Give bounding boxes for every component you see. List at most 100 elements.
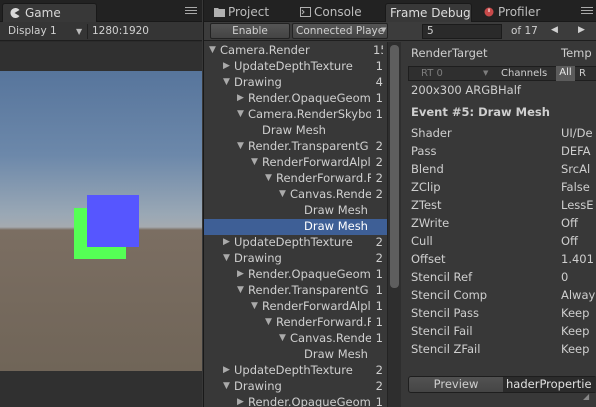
tree-row[interactable]: ▼ Drawing 2 bbox=[204, 379, 387, 395]
event-tree[interactable]: ▼Camera.Render15▶UpdateDepthTexture1▼Dra… bbox=[204, 42, 387, 407]
tab-profiler[interactable]: Profiler bbox=[480, 3, 560, 22]
property-value: SrcAl bbox=[561, 162, 591, 176]
expand-right-icon[interactable]: ▶ bbox=[223, 59, 233, 74]
display-dropdown[interactable]: Display 1 bbox=[8, 25, 57, 37]
tree-row[interactable]: ▼ Canvas.Rende 1 bbox=[204, 331, 387, 347]
tree-row[interactable]: ▼ Drawing 2 bbox=[204, 251, 387, 267]
expand-down-icon[interactable]: ▼ bbox=[209, 43, 219, 58]
resolution-dropdown[interactable]: 1280:1920 bbox=[92, 25, 149, 37]
property-value: Alway bbox=[561, 288, 596, 302]
tree-row-label: Drawing bbox=[234, 379, 282, 393]
pacman-icon bbox=[10, 8, 20, 18]
tab-game[interactable]: Game bbox=[2, 3, 97, 22]
tab-shader-properties[interactable]: haderPropertie bbox=[503, 377, 596, 392]
tree-row[interactable]: ▶ Render.OpaqueGeom 1 bbox=[204, 91, 387, 107]
tree-row[interactable]: ▼ Drawing 4 bbox=[204, 75, 387, 91]
expand-down-icon[interactable]: ▼ bbox=[223, 379, 233, 394]
expand-down-icon[interactable]: ▼ bbox=[265, 171, 275, 186]
property-value: Keep bbox=[561, 306, 590, 320]
next-event-button[interactable]: ▶ bbox=[578, 25, 585, 35]
profiler-icon bbox=[484, 7, 494, 17]
tab-project-label: Project bbox=[228, 5, 270, 19]
tree-row-label: RenderForwardAlpl bbox=[262, 155, 371, 169]
channel-r-button[interactable]: R bbox=[579, 68, 586, 79]
tree-row-count: 15 bbox=[373, 43, 383, 57]
expand-right-icon[interactable]: ▶ bbox=[237, 267, 247, 282]
tree-row[interactable]: ▼ Render.TransparentG 1 bbox=[204, 283, 387, 299]
tab-preview[interactable]: Preview bbox=[409, 377, 503, 392]
event-index-field[interactable]: 5 bbox=[422, 24, 502, 39]
property-label: Stencil Pass bbox=[411, 306, 479, 320]
tab-console[interactable]: Console bbox=[296, 3, 374, 22]
expand-down-icon[interactable]: ▼ bbox=[251, 299, 261, 314]
tree-row-label: Canvas.Rende bbox=[290, 187, 371, 201]
property-label: ZWrite bbox=[411, 216, 450, 230]
property-label: Stencil Ref bbox=[411, 270, 473, 284]
tree-row[interactable]: ▶ UpdateDepthTexture 2 bbox=[204, 363, 387, 379]
target-dropdown[interactable]: Connected Playe bbox=[292, 23, 388, 39]
expand-down-icon[interactable]: ▼ bbox=[237, 139, 247, 154]
property-label: Shader bbox=[411, 126, 452, 140]
toolbar-divider bbox=[87, 24, 88, 39]
expand-down-icon[interactable]: ▼ bbox=[279, 187, 289, 202]
tree-row[interactable]: ▼ Render.TransparentG 2 bbox=[204, 139, 387, 155]
tree-row[interactable]: ▶ UpdateDepthTexture 1 bbox=[204, 59, 387, 75]
tree-row[interactable]: ▼ RenderForward.F 1 bbox=[204, 315, 387, 331]
tab-frame-debug-label: Frame Debug bbox=[390, 6, 471, 20]
expand-down-icon[interactable]: ▼ bbox=[237, 283, 247, 298]
tree-row[interactable]: ▼ RenderForward.F 2 bbox=[204, 171, 387, 187]
tree-row[interactable]: ▼Camera.Render 15 bbox=[204, 43, 387, 59]
tree-row[interactable]: ▼ Camera.RenderSkybo 1 bbox=[204, 107, 387, 123]
tree-row-count: 1 bbox=[375, 395, 383, 407]
expand-right-icon[interactable]: ▶ bbox=[237, 395, 247, 407]
expand-down-icon[interactable]: ▼ bbox=[237, 107, 247, 122]
tree-row[interactable]: ▼ RenderForwardAlpl 1 bbox=[204, 299, 387, 315]
tree-row[interactable]: ▶ Render.OpaqueGeom 1 bbox=[204, 395, 387, 407]
panel-menu-icon[interactable] bbox=[185, 7, 197, 16]
tree-row[interactable]: ▶ UpdateDepthTexture 2 bbox=[204, 235, 387, 251]
tree-row[interactable]: Draw Mesh bbox=[204, 123, 387, 139]
property-label: Pass bbox=[411, 144, 437, 158]
prev-event-button[interactable]: ◀ bbox=[551, 25, 558, 35]
render-target-value: Temp bbox=[561, 46, 592, 60]
tree-row-count: 2 bbox=[375, 379, 383, 393]
tab-project[interactable]: Project bbox=[210, 3, 278, 22]
rt-select-dropdown[interactable]: RT 0 bbox=[421, 68, 443, 79]
expand-right-icon[interactable]: ▶ bbox=[223, 235, 233, 250]
expand-down-icon[interactable]: ▼ bbox=[223, 75, 233, 90]
tree-scrollbar[interactable] bbox=[387, 42, 401, 407]
tree-row-count: 1 bbox=[375, 331, 383, 345]
channel-all-button[interactable]: All bbox=[556, 66, 575, 81]
tree-row-count: 4 bbox=[375, 75, 383, 89]
expand-down-icon[interactable]: ▼ bbox=[279, 331, 289, 346]
tree-row-label: Camera.RenderSkybo bbox=[248, 107, 371, 121]
frame-debugger-panel: Project Console Frame Debug Profiler Ena… bbox=[203, 0, 596, 407]
tree-row[interactable]: Draw Mesh bbox=[204, 203, 387, 219]
expand-down-icon[interactable]: ▼ bbox=[251, 155, 261, 170]
tree-row-label: Draw Mesh bbox=[304, 219, 368, 233]
tree-row-label: RenderForward.F bbox=[276, 171, 371, 185]
tree-row-label: Draw Mesh bbox=[262, 123, 326, 137]
tree-row[interactable]: ▼ RenderForwardAlpl 2 bbox=[204, 155, 387, 171]
tree-row[interactable]: ▼ Canvas.Rende 2 bbox=[204, 187, 387, 203]
resize-handle-icon[interactable]: ◢ bbox=[583, 392, 589, 401]
tree-row[interactable]: Draw Mesh bbox=[204, 347, 387, 363]
tree-row-count: 2 bbox=[375, 363, 383, 377]
chevron-down-icon: ▼ bbox=[483, 69, 489, 77]
tree-row-label: Render.TransparentG bbox=[248, 139, 369, 153]
tree-row-label: RenderForwardAlpl bbox=[262, 299, 371, 313]
panel-menu-icon[interactable] bbox=[581, 7, 593, 16]
property-label: ZClip bbox=[411, 180, 441, 194]
tree-row[interactable]: Draw Mesh bbox=[204, 219, 387, 235]
tree-row-label: Render.OpaqueGeom bbox=[248, 395, 371, 407]
expand-right-icon[interactable]: ▶ bbox=[223, 363, 233, 378]
tree-scrollbar-thumb[interactable] bbox=[390, 45, 399, 288]
tree-row[interactable]: ▶ Render.OpaqueGeom 1 bbox=[204, 267, 387, 283]
blue-quad bbox=[87, 195, 139, 247]
expand-down-icon[interactable]: ▼ bbox=[223, 251, 233, 266]
expand-right-icon[interactable]: ▶ bbox=[237, 91, 247, 106]
expand-down-icon[interactable]: ▼ bbox=[265, 315, 275, 330]
tab-frame-debug[interactable]: Frame Debug bbox=[385, 3, 472, 22]
tree-row-count: 2 bbox=[375, 171, 383, 185]
enable-button[interactable]: Enable bbox=[210, 23, 290, 39]
